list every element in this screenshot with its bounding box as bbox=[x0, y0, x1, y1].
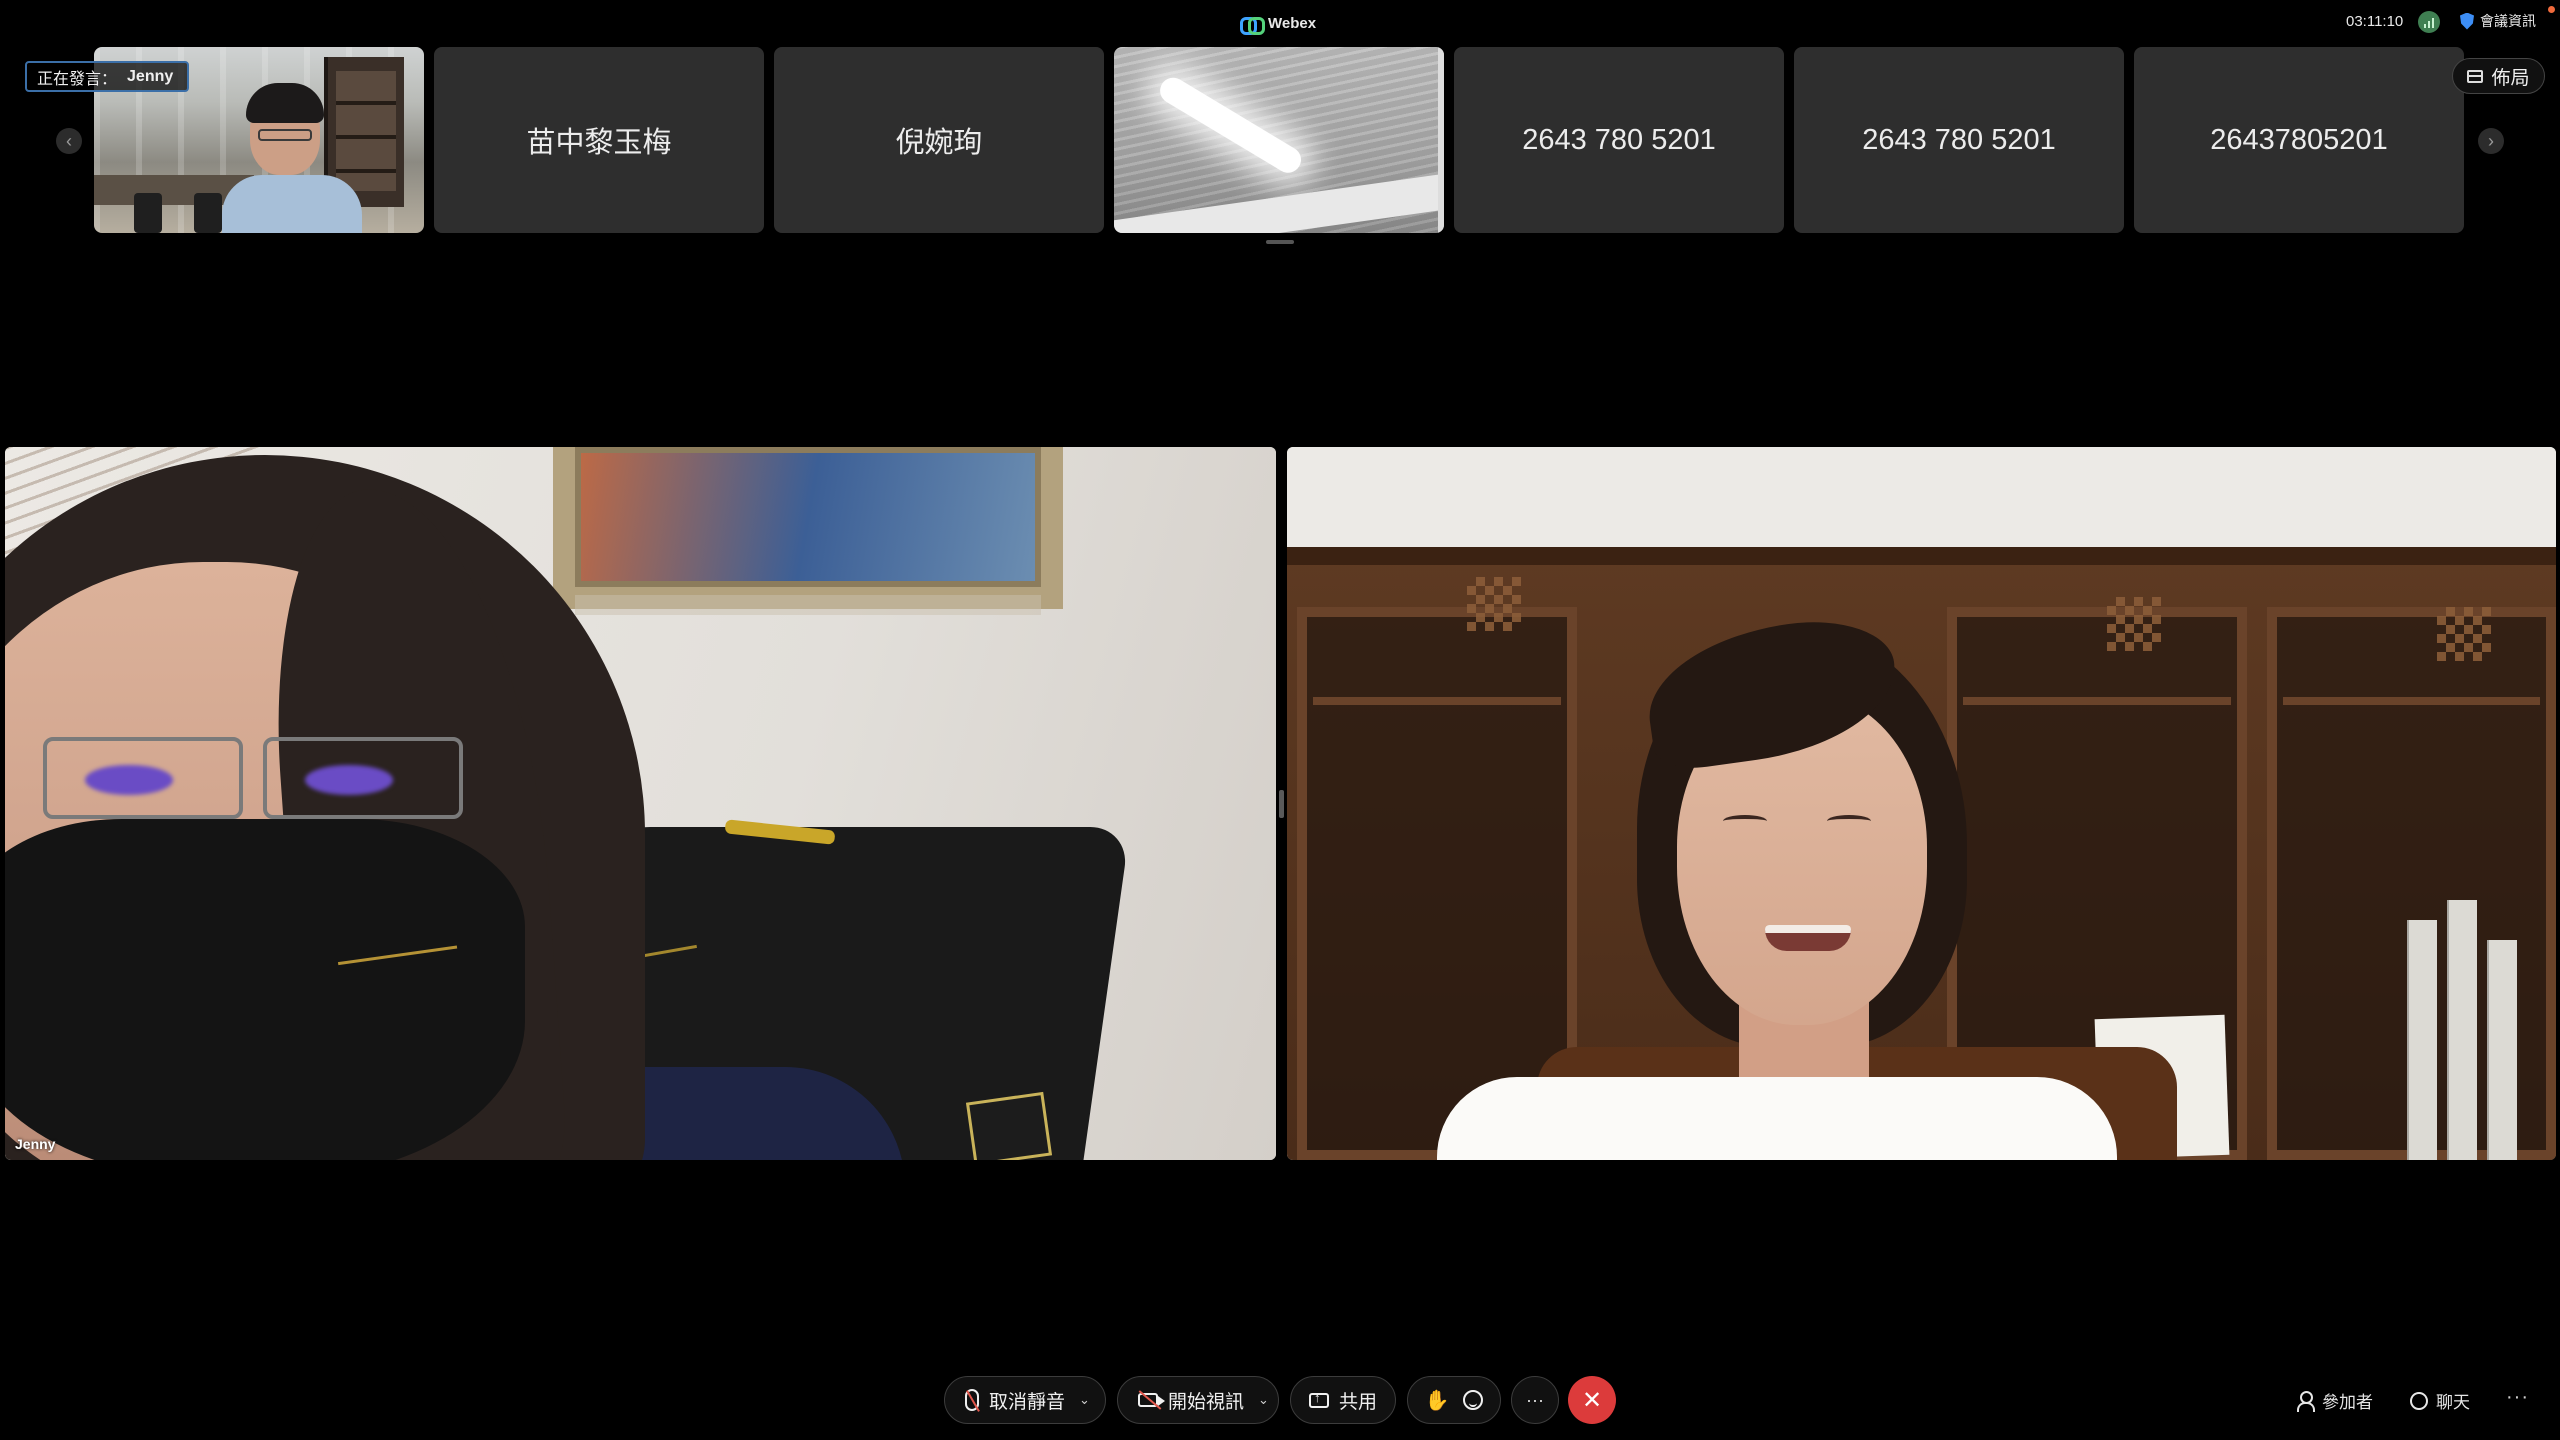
microphone-off-icon bbox=[965, 1389, 979, 1411]
chat-label: 聊天 bbox=[2436, 1393, 2470, 1412]
video-wall bbox=[1287, 447, 2556, 557]
leave-meeting-button[interactable]: ✕ bbox=[1568, 1376, 1616, 1424]
close-icon: ✕ bbox=[1581, 1386, 1603, 1414]
meeting-info-label: 會議資訊 bbox=[2480, 13, 2536, 29]
meeting-info-button[interactable]: 會議資訊 bbox=[2460, 11, 2536, 31]
person-face-mask bbox=[5, 819, 525, 1160]
layout-label: 佈局 bbox=[2491, 67, 2530, 89]
app-title: Webex bbox=[1240, 12, 1317, 35]
chair-badge bbox=[965, 1091, 1053, 1160]
person-shirt bbox=[222, 175, 362, 233]
camera-off-icon bbox=[1138, 1393, 1158, 1407]
participant-tile-5[interactable]: 2643 780 5201 bbox=[1454, 47, 1784, 233]
strip-prev-button[interactable]: ‹ bbox=[56, 128, 82, 154]
video-painting bbox=[553, 447, 1063, 615]
tile-label: 26437805201 bbox=[2210, 123, 2388, 156]
share-button[interactable]: 共用 bbox=[1290, 1376, 1396, 1424]
layout-icon bbox=[2467, 69, 2484, 83]
person-eye bbox=[1723, 815, 1767, 827]
chat-button[interactable]: 聊天 bbox=[2410, 1388, 2470, 1413]
unmute-label: 取消靜音 bbox=[989, 1391, 1066, 1413]
participant-tile-3[interactable]: 倪婉珣 bbox=[774, 47, 1104, 233]
reactions-group: ✋ bbox=[1407, 1376, 1501, 1424]
person-glasses bbox=[263, 737, 463, 819]
participant-tile-2[interactable]: 苗中黎玉梅 bbox=[434, 47, 764, 233]
cabinet-carving bbox=[1467, 577, 1521, 631]
chat-icon bbox=[2410, 1391, 2428, 1410]
shelf-book bbox=[2407, 920, 2437, 1160]
participants-label: 參加者 bbox=[2322, 1393, 2373, 1412]
chevron-down-icon[interactable]: ⌄ bbox=[1258, 1392, 1269, 1408]
person-hair bbox=[246, 83, 324, 123]
strip-next-button[interactable]: › bbox=[2478, 128, 2504, 154]
shelf-book bbox=[2487, 940, 2517, 1160]
notification-dot bbox=[2548, 6, 2555, 13]
shield-icon bbox=[2460, 12, 2474, 30]
share-label: 共用 bbox=[1339, 1391, 1378, 1413]
layout-button[interactable]: 佈局 bbox=[2452, 58, 2545, 94]
cabinet-carving bbox=[2107, 597, 2161, 651]
raise-hand-icon[interactable]: ✋ bbox=[1425, 1388, 1450, 1413]
strip-resize-handle[interactable] bbox=[1266, 240, 1294, 244]
person-glasses bbox=[43, 737, 243, 819]
tile-label: 倪婉珣 bbox=[895, 127, 983, 159]
participants-button[interactable]: 參加者 bbox=[2296, 1388, 2373, 1413]
video-pane-right[interactable] bbox=[1287, 447, 2556, 1160]
person-shirt bbox=[1437, 1077, 2117, 1160]
tile-label: 2643 780 5201 bbox=[1522, 123, 1716, 156]
unmute-button[interactable]: 取消靜音 ⌄ bbox=[944, 1376, 1106, 1424]
title-bar: Webex 03:11:10 會議資訊 bbox=[0, 0, 2560, 44]
participants-icon bbox=[2296, 1390, 2315, 1412]
video-chair bbox=[194, 193, 222, 233]
person-eye bbox=[1827, 815, 1871, 827]
tile-label: 苗中黎玉梅 bbox=[526, 127, 672, 159]
network-icon[interactable] bbox=[2418, 11, 2440, 33]
wall-edge bbox=[1438, 47, 1444, 233]
more-icon: ··· bbox=[1526, 1389, 1544, 1410]
start-video-label: 開始視訊 bbox=[1168, 1391, 1245, 1413]
video-name-label: Jenny bbox=[15, 1136, 56, 1152]
participant-tile-7[interactable]: 26437805201 bbox=[2134, 47, 2464, 233]
participant-tile-video-4[interactable] bbox=[1114, 47, 1444, 233]
app-title-text: Webex bbox=[1268, 14, 1317, 32]
speaking-prefix: 正在發言： bbox=[37, 70, 118, 88]
shelf-book bbox=[2447, 900, 2477, 1160]
meeting-clock: 03:11:10 bbox=[2346, 13, 2404, 30]
start-video-button[interactable]: 開始視訊 ⌄ bbox=[1117, 1376, 1279, 1424]
chevron-down-icon[interactable]: ⌄ bbox=[1079, 1392, 1090, 1408]
active-speaker-indicator: 正在發言： Jenny bbox=[25, 61, 190, 92]
cabinet-carving bbox=[2437, 607, 2491, 661]
person-mouth bbox=[1765, 925, 1851, 951]
person-glasses bbox=[258, 129, 312, 141]
cabinet-top bbox=[1287, 547, 2556, 565]
overflow-menu-button[interactable]: ··· bbox=[2506, 1386, 2529, 1409]
meeting-controls: 取消靜音 ⌄ 開始視訊 ⌄ 共用 ✋ ··· ✕ 參加者 聊天 ··· bbox=[0, 1376, 2560, 1424]
participant-tile-6[interactable]: 2643 780 5201 bbox=[1794, 47, 2124, 233]
webex-logo-icon bbox=[1240, 16, 1265, 35]
participant-video-person bbox=[222, 83, 362, 233]
pane-splitter[interactable] bbox=[1279, 790, 1284, 818]
more-options-button[interactable]: ··· bbox=[1511, 1376, 1559, 1424]
share-screen-icon bbox=[1309, 1390, 1329, 1408]
reactions-icon[interactable] bbox=[1463, 1390, 1484, 1410]
video-pane-left[interactable]: Jenny bbox=[5, 447, 1276, 1160]
video-chair bbox=[134, 193, 162, 233]
speaker-name: Jenny bbox=[127, 67, 174, 85]
tile-label: 2643 780 5201 bbox=[1862, 123, 2056, 156]
